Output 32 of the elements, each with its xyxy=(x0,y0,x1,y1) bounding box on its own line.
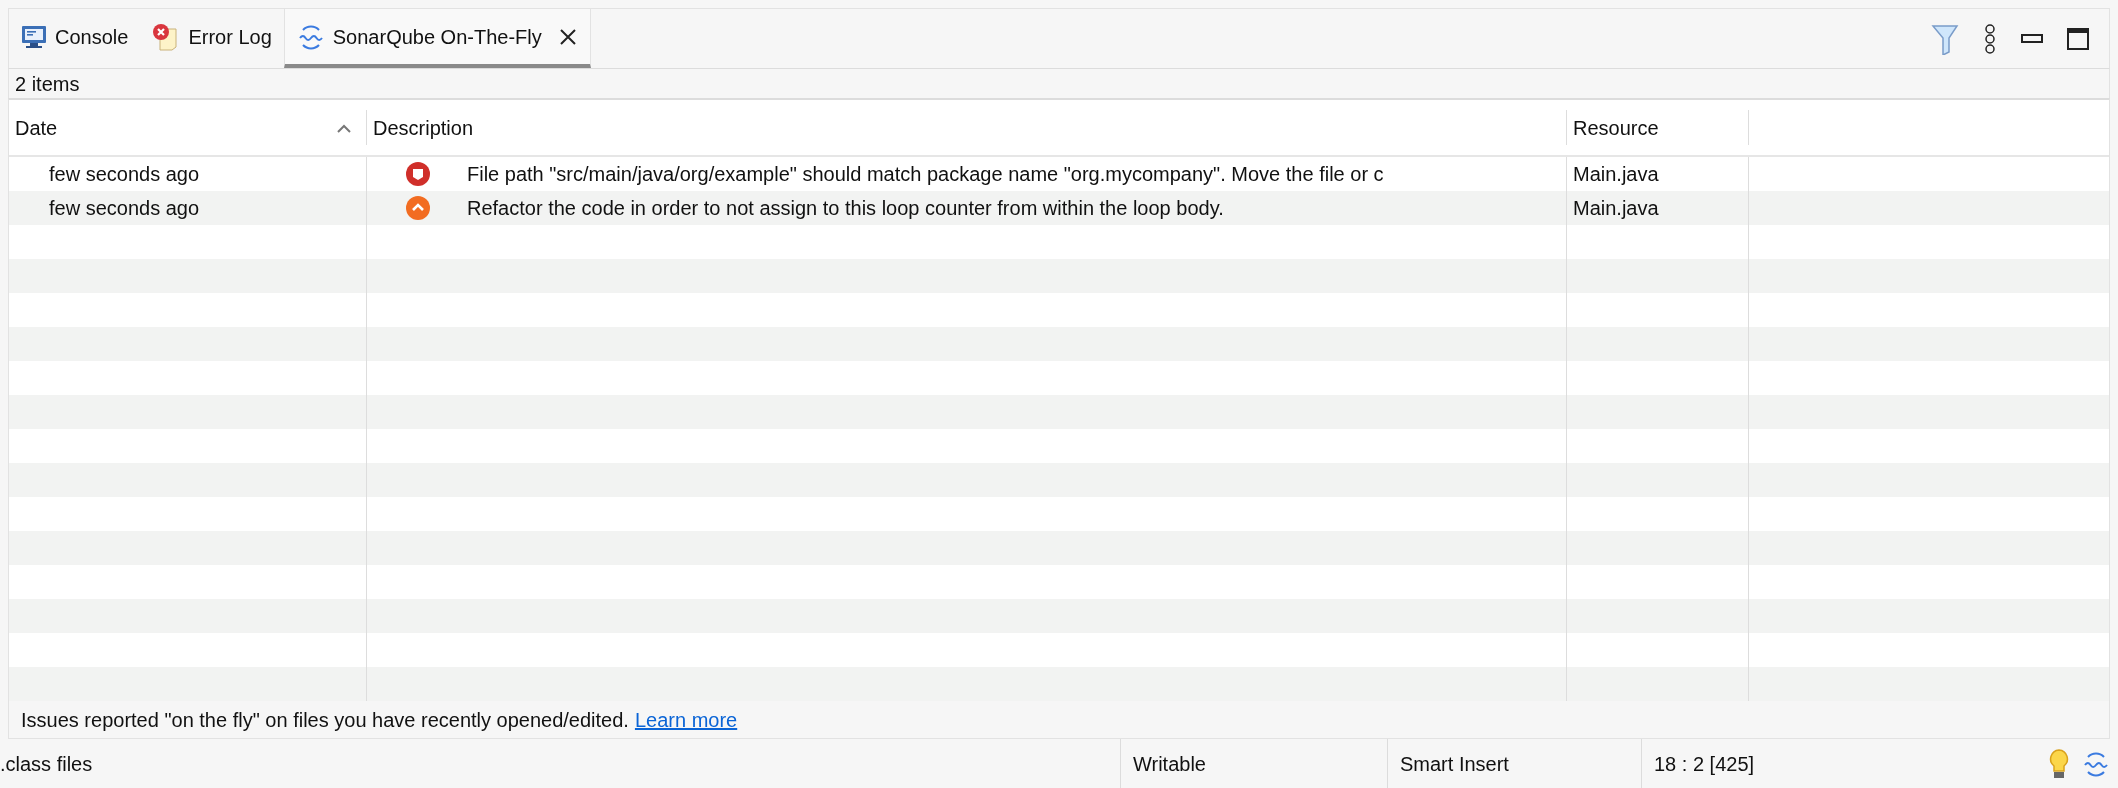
column-header[interactable]: Description xyxy=(367,110,1567,145)
resource-cell-text: Main.java xyxy=(1573,196,1659,221)
tab-label: SonarQube On-The-Fly xyxy=(332,24,542,50)
column-header[interactable]: Date xyxy=(9,110,367,145)
column-header[interactable]: Resource xyxy=(1567,110,1749,145)
monitor-icon xyxy=(21,24,47,49)
learn-more-link[interactable]: Learn more xyxy=(634,704,738,735)
close-icon[interactable] xyxy=(557,26,578,47)
tab[interactable]: Error Log xyxy=(140,9,284,68)
status-text: 18 : 2 [425] xyxy=(1654,751,1755,777)
status-text: Writable xyxy=(1133,751,1206,777)
blocker-severity-icon xyxy=(405,161,431,187)
resource-cell-text: Main.java xyxy=(1573,162,1659,187)
minimize-icon[interactable] xyxy=(2021,33,2043,44)
status-text: Smart Insert xyxy=(1400,751,1509,777)
description-cell-text: File path "src/main/java/org/example" should match package name "org.mycompany". Move the file or c xyxy=(467,162,1384,187)
date-cell-text: few seconds ago xyxy=(49,196,200,221)
maximize-icon[interactable] xyxy=(2067,27,2089,50)
tab[interactable]: Console xyxy=(9,9,141,68)
critical-severity-icon xyxy=(405,195,431,221)
item-count: 2 items xyxy=(15,71,80,97)
tab-label: Console xyxy=(55,24,129,50)
tab[interactable]: SonarQube On-The-Fly xyxy=(283,9,591,68)
lightbulb-icon[interactable] xyxy=(2048,747,2070,780)
date-cell-text: few seconds ago xyxy=(49,162,200,187)
filter-icon[interactable] xyxy=(1931,22,1959,55)
tab-label: Error Log xyxy=(188,24,272,50)
status-text: .class files xyxy=(0,751,93,777)
description-cell-text: Refactor the code in order to not assign to this loop counter from within the loop body. xyxy=(467,196,1224,221)
more-options-icon[interactable] xyxy=(1983,22,1997,55)
info-text: Issues reported "on the fly" on files you have recently opened/edited. xyxy=(21,707,629,733)
table-row[interactable]: few seconds ago Refactor the code in order to not assign to this loop counter from within the loop body. Main.java xyxy=(9,191,2109,225)
